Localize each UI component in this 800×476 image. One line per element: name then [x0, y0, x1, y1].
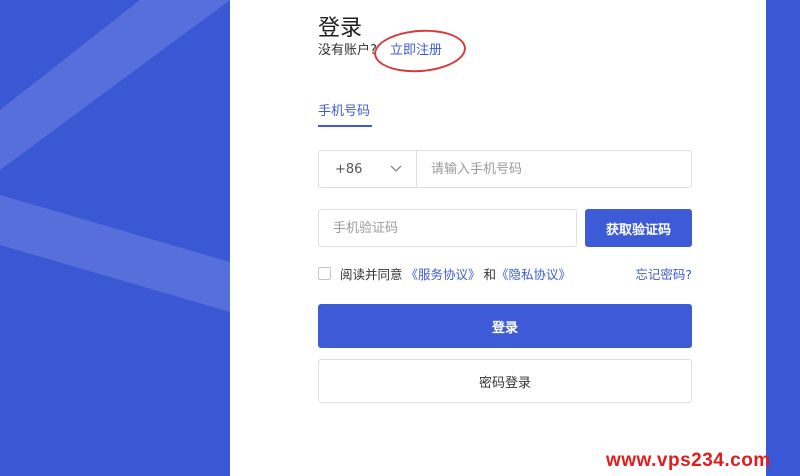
agree-prefix-text: 阅读并同意 — [340, 266, 403, 282]
active-tab-indicator — [318, 125, 372, 127]
get-code-button[interactable]: 获取验证码 — [585, 209, 692, 247]
phone-field-group: +86 — [318, 150, 692, 188]
chevron-down-icon — [390, 165, 402, 172]
tab-phone-number[interactable]: 手机号码 — [318, 100, 370, 119]
country-code-value: +86 — [335, 161, 363, 177]
privacy-agreement-link[interactable]: 《隐私协议》 — [496, 264, 571, 283]
no-account-text: 没有账户? — [318, 43, 377, 58]
left-decorative-panel — [0, 0, 230, 476]
annotation-circle — [372, 26, 468, 76]
login-card: 登录 没有账户? 立即注册 手机号码 +86 获取验证码 阅读并同意 《服务协议… — [230, 0, 766, 476]
forgot-password-link[interactable]: 忘记密码? — [635, 264, 692, 283]
phone-input[interactable] — [417, 151, 691, 187]
page-title: 登录 — [318, 16, 363, 41]
login-button[interactable]: 登录 — [318, 304, 692, 348]
service-agreement-link[interactable]: 《服务协议》 — [406, 264, 481, 283]
background-stripes — [0, 0, 230, 312]
agreement-row: 阅读并同意 《服务协议》 和 《隐私协议》 忘记密码? — [318, 264, 692, 282]
country-code-select[interactable]: +86 — [319, 151, 417, 187]
sms-code-input[interactable] — [318, 209, 577, 247]
watermark-text: www.vps234.com — [606, 450, 771, 471]
agree-checkbox[interactable] — [318, 266, 331, 280]
password-login-button[interactable]: 密码登录 — [318, 359, 692, 403]
right-background-strip — [766, 0, 800, 476]
and-text: 和 — [483, 266, 497, 282]
